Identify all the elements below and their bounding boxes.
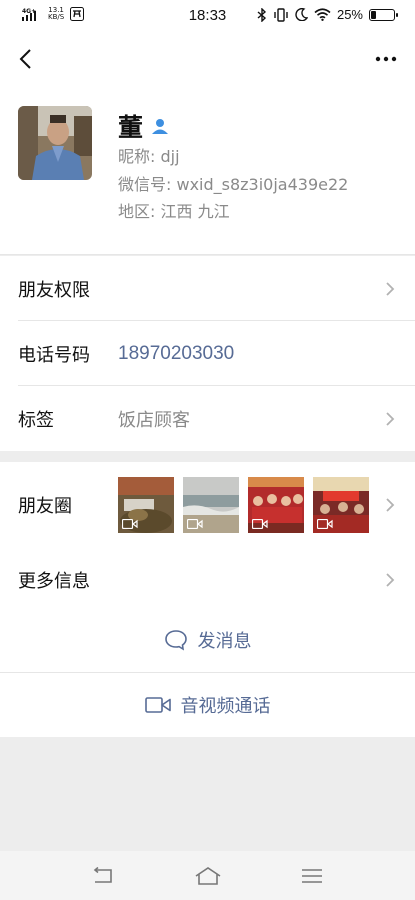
battery-percent: 25% (336, 7, 363, 22)
moments-thumbnails (118, 476, 369, 533)
bluetooth-icon (257, 7, 266, 22)
region: 地区: 江西 九江 (118, 202, 230, 221)
battery-icon (369, 8, 398, 21)
phone-label: 电话号码 (18, 344, 90, 366)
back-button[interactable] (10, 44, 40, 74)
avatar-photo (18, 106, 92, 180)
wechat-id: 微信号: wxid_s8z3i0ja439e22 (118, 175, 349, 194)
status-bar: 4G+ 13.1 KB/S 18:33 25% (0, 0, 415, 32)
nav-menu-button[interactable] (297, 863, 327, 889)
menu-icon (302, 869, 322, 883)
wifi-icon (314, 8, 331, 21)
moment-thumbnail[interactable] (118, 476, 174, 533)
friend-permissions-row[interactable]: 朋友权限 (0, 256, 415, 321)
more-dots-icon (375, 56, 397, 62)
profile-card: 董 昵称: djj 微信号: wxid_s8z3i0ja439e22 地区: 江… (0, 88, 415, 255)
system-nav-bar (0, 851, 415, 900)
video-icon (122, 518, 138, 529)
moments-section: 朋友圈 更多信息 (0, 462, 415, 612)
moments-label: 朋友圈 (18, 495, 72, 517)
moon-icon (295, 8, 308, 21)
chevron-right-icon (386, 497, 395, 512)
contact-settings-section: 朋友权限 电话号码 18970203030 标签 饭店顾客 (0, 256, 415, 451)
status-right: 25% (257, 7, 398, 22)
phone-number[interactable]: 18970203030 (118, 343, 234, 365)
video-icon (187, 518, 203, 529)
more-options-button[interactable] (371, 44, 401, 74)
video-icon (317, 518, 333, 529)
tags-label: 标签 (18, 409, 54, 431)
moment-thumbnail[interactable] (248, 476, 304, 533)
send-message-button[interactable]: 发消息 (0, 608, 415, 672)
moments-row[interactable]: 朋友圈 (0, 462, 415, 547)
video-call-button[interactable]: 音视频通话 (0, 673, 415, 737)
phone-row: 电话号码 18970203030 (0, 321, 415, 386)
chevron-right-icon (386, 281, 395, 296)
chevron-right-icon (386, 572, 395, 587)
vibrate-icon (274, 7, 288, 22)
moment-thumbnail[interactable] (313, 476, 369, 533)
home-icon (195, 867, 221, 885)
contact-name: 董 (118, 113, 144, 142)
more-info-label: 更多信息 (18, 570, 90, 592)
send-message-label: 发消息 (197, 631, 252, 652)
tags-value: 饭店顾客 (118, 409, 190, 431)
nav-back-button[interactable] (88, 863, 118, 889)
more-info-row[interactable]: 更多信息 (0, 547, 415, 612)
nav-home-button[interactable] (193, 863, 223, 889)
chat-bubble-icon (164, 630, 187, 651)
moment-thumbnail[interactable] (183, 476, 239, 533)
video-icon (252, 518, 268, 529)
friend-permissions-label: 朋友权限 (18, 279, 90, 301)
return-arrow-icon (93, 867, 112, 883)
name-row: 董 (118, 108, 169, 144)
video-call-label: 音视频通话 (180, 696, 271, 717)
avatar[interactable] (18, 106, 92, 180)
top-bar (0, 32, 415, 88)
chevron-left-icon (19, 49, 31, 69)
contact-person-icon (152, 119, 169, 134)
battery-fill (371, 10, 377, 19)
nickname: 昵称: djj (118, 147, 180, 166)
video-camera-icon (144, 697, 171, 713)
tags-row[interactable]: 标签 饭店顾客 (0, 386, 415, 451)
chevron-right-icon (386, 411, 395, 426)
